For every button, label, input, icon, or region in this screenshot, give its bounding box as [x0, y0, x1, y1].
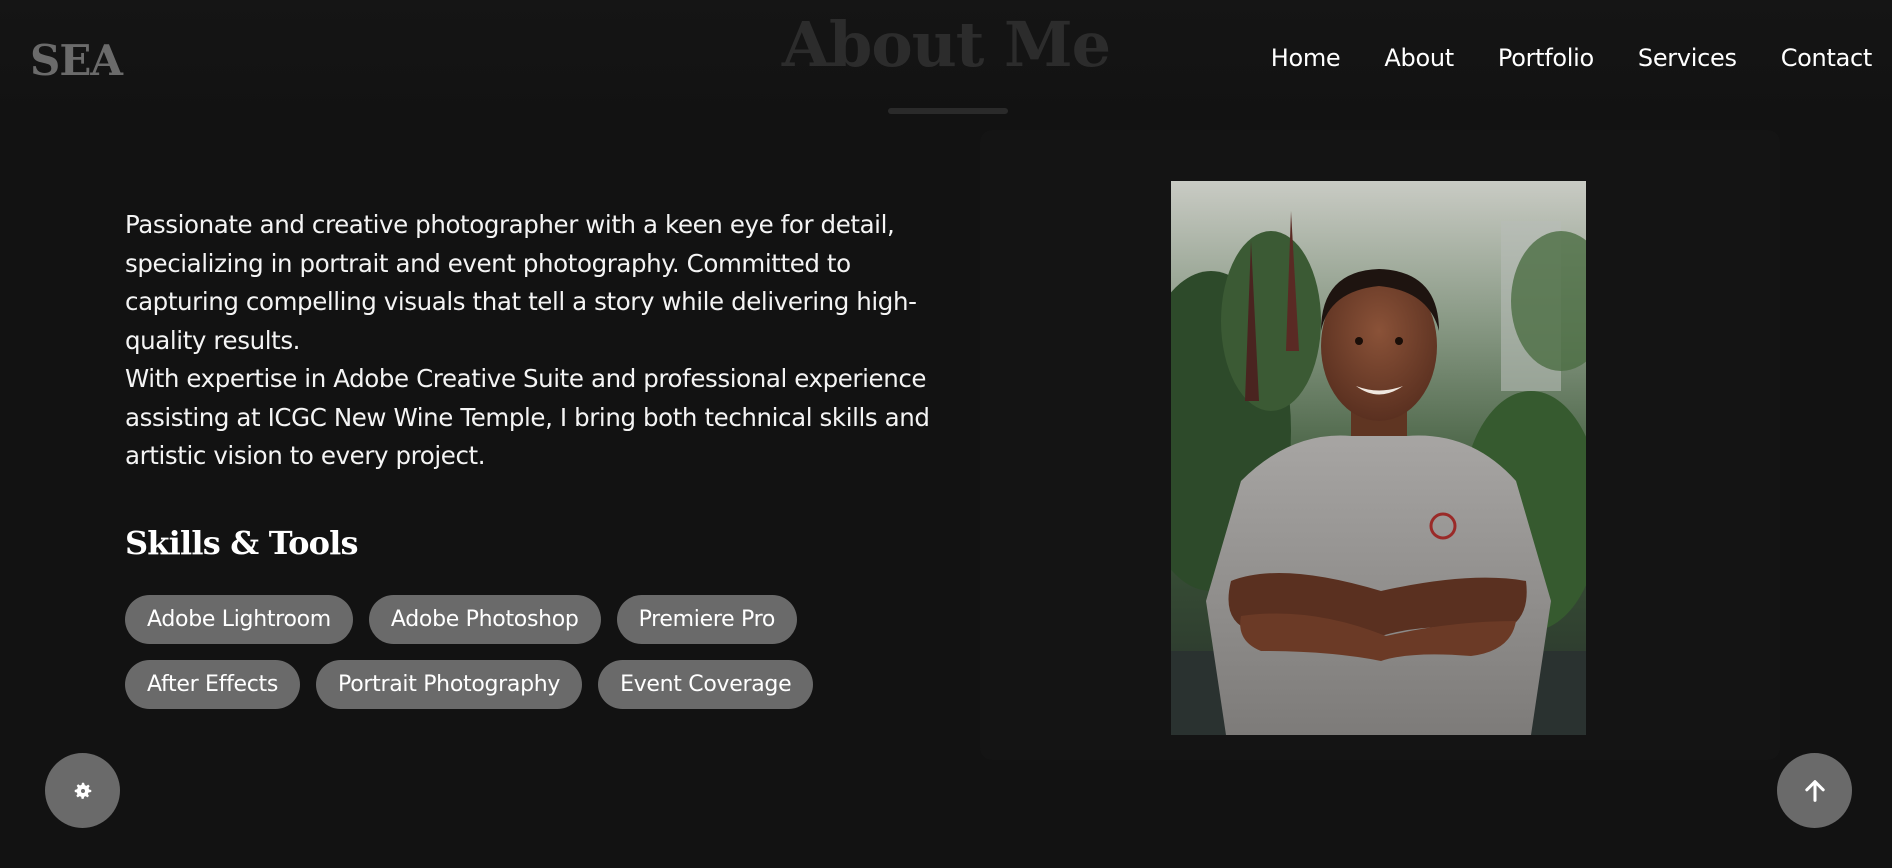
skills-list: Adobe Lightroom Adobe Photoshop Premiere…	[125, 595, 885, 709]
skill-chip: After Effects	[125, 660, 301, 709]
skills-heading: Skills & Tools	[125, 524, 359, 562]
skill-chip: Adobe Photoshop	[368, 595, 601, 644]
skill-chip: Portrait Photography	[316, 660, 583, 709]
skill-chip: Premiere Pro	[616, 595, 798, 644]
nav-home[interactable]: Home	[1271, 44, 1341, 72]
gear-icon	[74, 782, 91, 799]
nav-contact[interactable]: Contact	[1781, 44, 1873, 72]
title-underline	[888, 108, 1008, 114]
bio-paragraph: With expertise in Adobe Creative Suite a…	[125, 364, 930, 470]
nav-about[interactable]: About	[1384, 44, 1454, 72]
skill-chip: Adobe Lightroom	[125, 595, 353, 644]
about-bio: Passionate and creative photographer wit…	[125, 206, 935, 476]
site-header: SEA About Me Home About Portfolio Servic…	[0, 0, 1892, 120]
profile-photo	[1171, 181, 1586, 735]
skill-chip: Event Coverage	[598, 660, 814, 709]
back-to-top-button[interactable]	[1777, 753, 1852, 828]
theme-toggle-button[interactable]	[45, 753, 120, 828]
nav-services[interactable]: Services	[1638, 44, 1737, 72]
arrow-up-icon	[1804, 779, 1825, 802]
about-page: SEA About Me Home About Portfolio Servic…	[0, 0, 1892, 868]
main-nav: Home About Portfolio Services Contact	[1271, 44, 1873, 72]
bio-paragraph: Passionate and creative photographer wit…	[125, 210, 917, 355]
nav-portfolio[interactable]: Portfolio	[1498, 44, 1594, 72]
